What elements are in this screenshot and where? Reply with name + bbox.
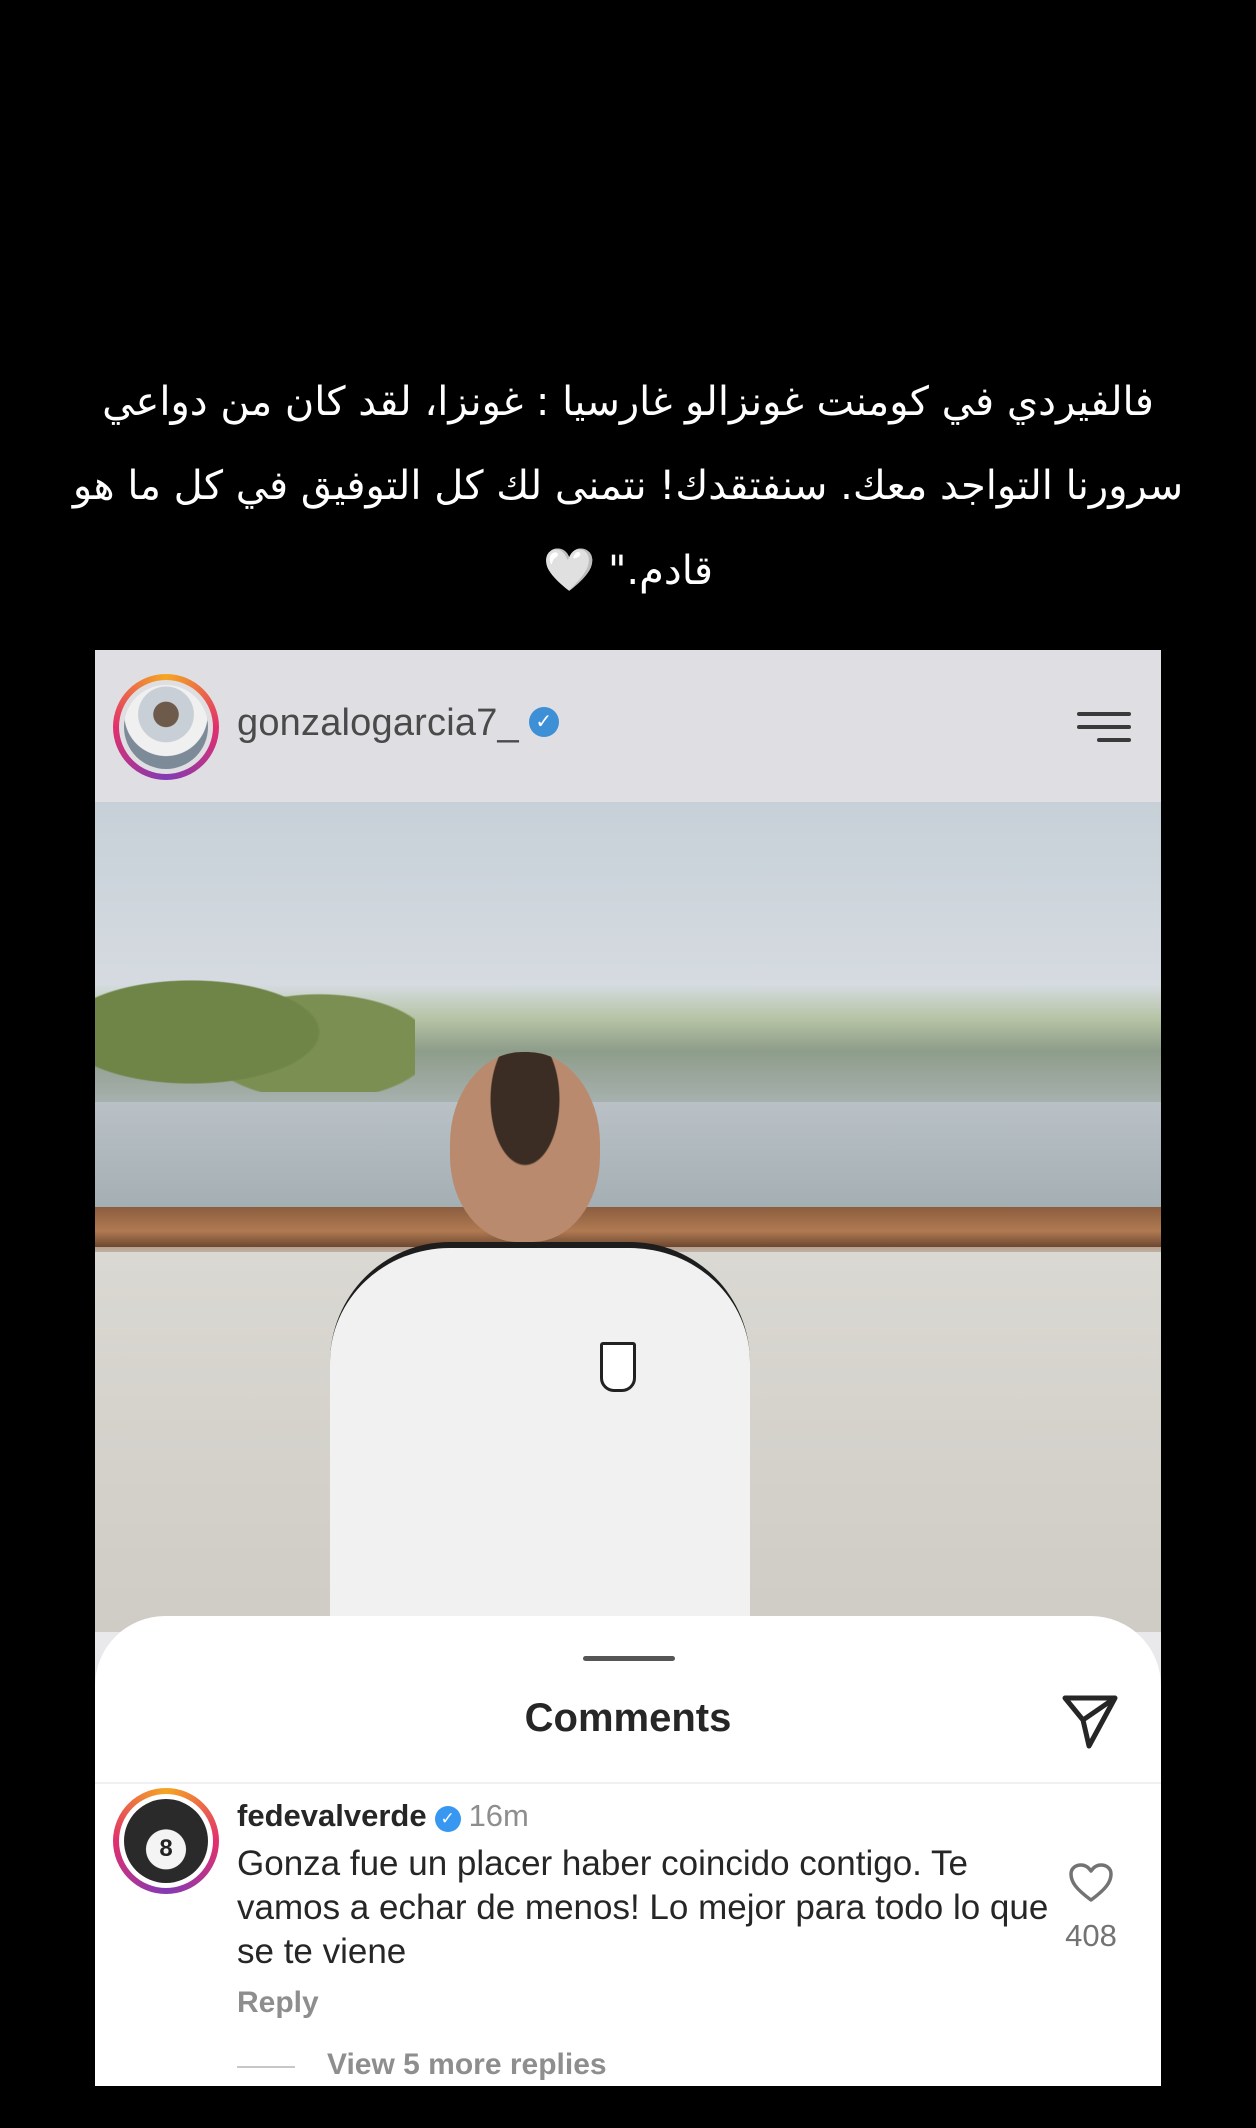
- view-more-replies-button[interactable]: View 5 more replies: [327, 2048, 607, 2082]
- post-header: gonzalogarcia7_ ✓: [95, 650, 1161, 802]
- verified-badge-icon: ✓: [528, 706, 559, 737]
- comment-meta: fedevalverde ✓ 16m: [237, 1798, 529, 1834]
- comment-avatar[interactable]: 8: [113, 1788, 219, 1894]
- comments-title: Comments: [524, 1696, 732, 1740]
- comment-time: 16m: [468, 1798, 529, 1833]
- photo-person-head: [450, 1052, 600, 1242]
- comment-text: Gonza fue un placer haber coincido conti…: [237, 1844, 1049, 1971]
- photo-person-shirt: [330, 1242, 750, 1638]
- post-username[interactable]: gonzalogarcia7_ ✓: [237, 702, 559, 745]
- photo-boat-rail: [95, 1207, 1161, 1247]
- sheet-drag-handle[interactable]: [583, 1656, 675, 1661]
- caption-text-block: فالفيردي في كومنت غونزالو غارسيا : غونزا…: [60, 360, 1196, 613]
- hamburger-menu-icon[interactable]: [1075, 710, 1131, 744]
- comments-sheet: Comments 8 fedevalverde ✓ 16m Gonza fue un…: [95, 1616, 1161, 2086]
- paper-plane-icon[interactable]: [1059, 1690, 1121, 1752]
- comment-avatar-photo: 8: [124, 1799, 208, 1883]
- heart-outline-icon[interactable]: [1068, 1862, 1114, 1904]
- comment-username[interactable]: fedevalverde: [237, 1798, 427, 1833]
- like-count: 408: [1065, 1918, 1117, 1953]
- post-photo: [95, 802, 1161, 1638]
- sheet-divider: [95, 1782, 1161, 1784]
- comment-verified-badge-icon: ✓: [434, 1806, 461, 1832]
- white-heart-emoji: 🤍: [542, 545, 596, 594]
- caption-text: فالفيردي في كومنت غونزالو غارسيا : غونزا…: [72, 379, 1184, 594]
- profile-avatar[interactable]: [113, 674, 219, 780]
- post-username-label: gonzalogarcia7_: [237, 702, 519, 744]
- photo-water: [95, 1102, 1161, 1212]
- avatar-photo: [124, 685, 208, 769]
- reply-button[interactable]: Reply: [237, 1986, 319, 2020]
- photo-trees: [95, 942, 415, 1092]
- photo-shirt-crest: [600, 1342, 636, 1392]
- view-replies-line: [237, 2066, 295, 2068]
- comment-like[interactable]: 408: [1061, 1862, 1121, 1954]
- instagram-post-card: gonzalogarcia7_ ✓ Comments 8 fedevalverd…: [95, 650, 1161, 2086]
